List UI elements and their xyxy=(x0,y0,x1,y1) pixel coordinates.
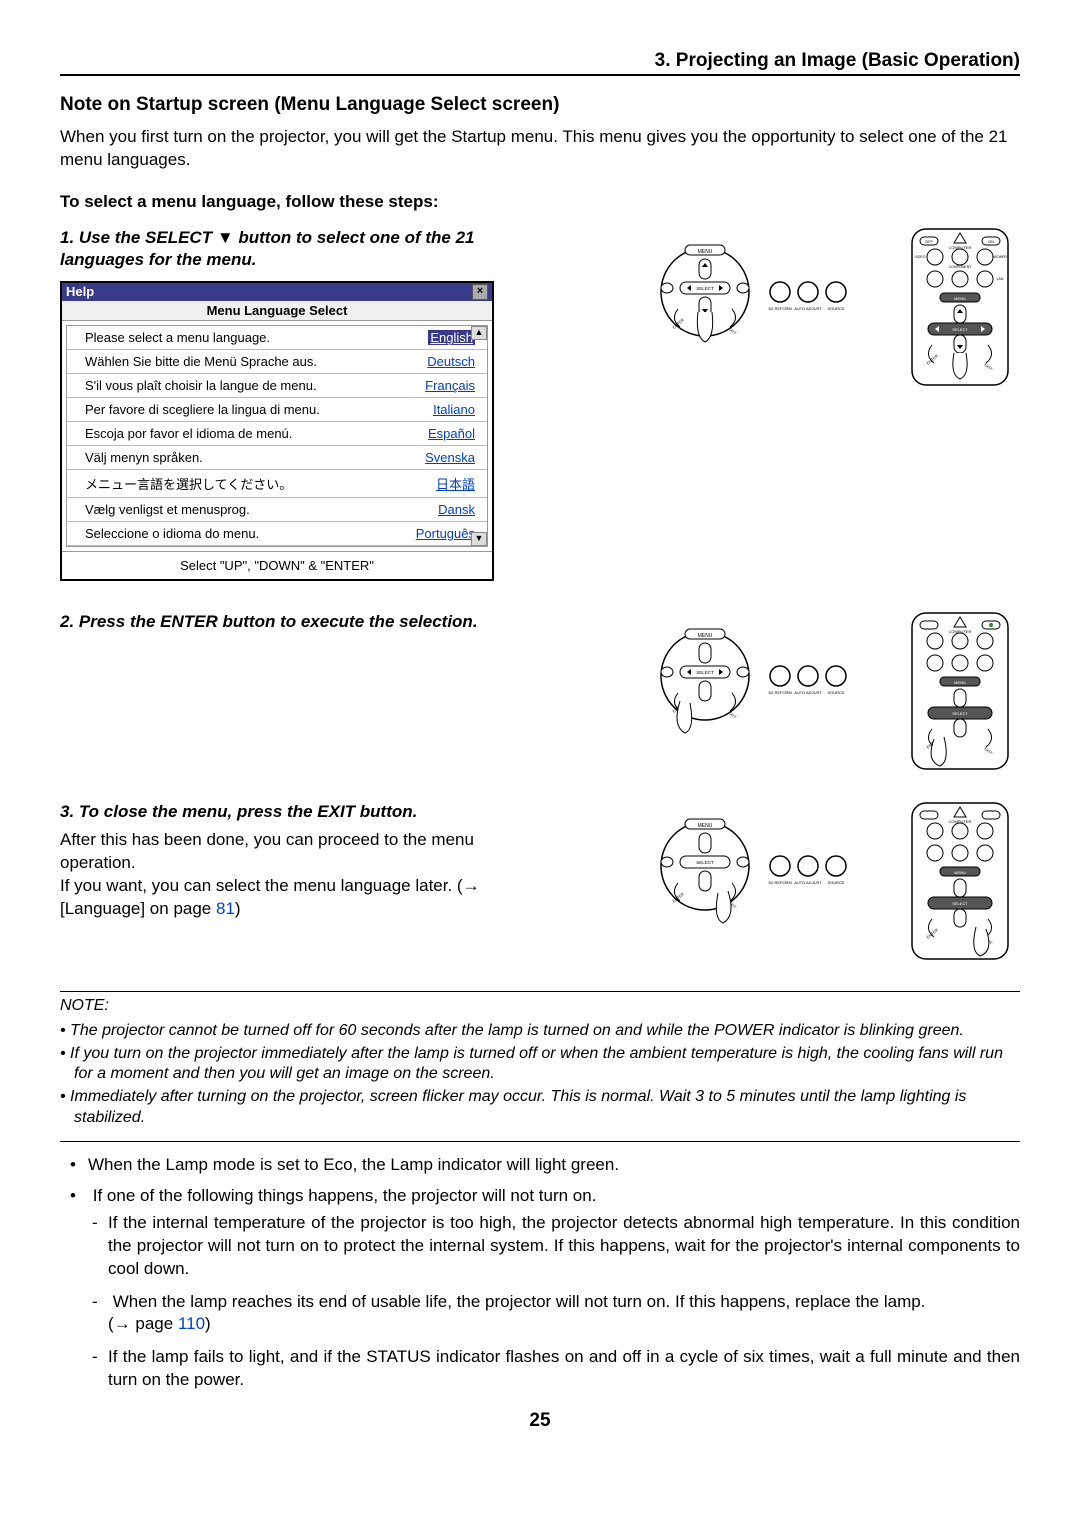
svg-text:SELECT: SELECT xyxy=(952,901,968,906)
steps-title: To select a menu language, follow these … xyxy=(60,192,1020,212)
svg-text:SELECT: SELECT xyxy=(952,711,968,716)
svg-text:AUTO ADJUST: AUTO ADJUST xyxy=(794,306,822,311)
page-link-110[interactable]: 110 xyxy=(178,1314,205,1333)
bullet-item: When the Lamp mode is set to Eco, the La… xyxy=(60,1154,1020,1177)
svg-text:AUTO ADJUST: AUTO ADJUST xyxy=(794,690,822,695)
note-title: Note on Startup screen (Menu Language Se… xyxy=(60,94,1020,116)
svg-text:SELECT: SELECT xyxy=(696,670,714,675)
svg-text:SELECT: SELECT xyxy=(952,327,968,332)
menu-lang: Français xyxy=(425,378,475,393)
svg-text:MENU: MENU xyxy=(954,680,966,685)
sub-bullet-item: If the lamp fails to light, and if the S… xyxy=(88,1346,1020,1392)
svg-text:MENU: MENU xyxy=(954,870,966,875)
svg-text:OFF: OFF xyxy=(925,239,934,244)
svg-text:COMPONENT: COMPONENT xyxy=(949,265,973,269)
svg-text:EXIT: EXIT xyxy=(727,326,737,336)
svg-text:SELECT: SELECT xyxy=(696,860,714,865)
menu-lang: Español xyxy=(428,426,475,441)
menu-list: ▲ Please select a menu language. English… xyxy=(66,325,488,547)
menu-lang: 日本語 xyxy=(436,474,475,493)
sub-bullet-item: When the lamp reaches its end of usable … xyxy=(88,1291,1020,1337)
scroll-down-icon[interactable]: ▼ xyxy=(471,532,487,546)
menu-prompt: Vælg venligst et menusprog. xyxy=(85,502,250,517)
svg-text:MENU: MENU xyxy=(954,296,966,301)
step-1-heading: 1. Use the SELECT ▼ button to select one… xyxy=(60,227,540,271)
intro-text: When you first turn on the projector, yo… xyxy=(60,126,1020,172)
projector-control-diagram-3: MENU SELECT ENTER EXIT 3D REFORM AUTO AD… xyxy=(650,801,850,931)
svg-text:MENU: MENU xyxy=(698,823,713,829)
menu-prompt: Escoja por favor el idioma de menú. xyxy=(85,426,292,441)
menu-item-portugues[interactable]: Seleccione o idioma do menu. Português xyxy=(67,522,487,546)
note-block: NOTE: The projector cannot be turned off… xyxy=(60,991,1020,1142)
menu-language-dialog: Help × Menu Language Select ▲ Please sel… xyxy=(60,281,494,581)
menu-item-deutsch[interactable]: Wählen Sie bitte die Menü Sprache aus. D… xyxy=(67,350,487,374)
page-link-81[interactable]: 81 xyxy=(216,899,235,918)
menu-item-english[interactable]: Please select a menu language. English xyxy=(67,326,487,350)
remote-control-diagram-2: COMPUTER MENU SELECT ENTER EXIT xyxy=(910,611,1010,771)
svg-text:3D REFORM: 3D REFORM xyxy=(768,880,792,885)
step-2-row: 2. Press the ENTER button to execute the… xyxy=(60,611,1020,771)
svg-text:ON: ON xyxy=(988,239,994,244)
svg-text:SOURCE: SOURCE xyxy=(827,880,844,885)
menu-item-japanese[interactable]: メニュー言語を選択してください。 日本語 xyxy=(67,470,487,498)
note-item: If you turn on the projector immediately… xyxy=(60,1044,1020,1086)
menu-prompt: Wählen Sie bitte die Menü Sprache aus. xyxy=(85,354,317,369)
svg-text:MENU: MENU xyxy=(698,633,713,639)
step-3-heading: 3. To close the menu, press the EXIT but… xyxy=(60,801,540,823)
menu-item-svenska[interactable]: Välj menyn språken. Svenska xyxy=(67,446,487,470)
menu-lang: Deutsch xyxy=(427,354,475,369)
svg-text:EXIT: EXIT xyxy=(727,710,737,720)
menu-prompt: Please select a menu language. xyxy=(85,330,270,345)
step-3-row: 3. To close the menu, press the EXIT but… xyxy=(60,801,1020,961)
step-1-row: 1. Use the SELECT ▼ button to select one… xyxy=(60,227,1020,581)
note-item: The projector cannot be turned off for 6… xyxy=(60,1021,1020,1042)
close-icon[interactable]: × xyxy=(472,284,488,300)
select-button-label: SELECT xyxy=(696,286,714,291)
menu-prompt: メニュー言語を選択してください。 xyxy=(85,474,292,493)
section-header: 3. Projecting an Image (Basic Operation) xyxy=(60,50,1020,76)
menu-prompt: S'il vous plaît choisir la langue de men… xyxy=(85,378,317,393)
svg-text:AUTO ADJUST: AUTO ADJUST xyxy=(794,880,822,885)
remote-control-diagram: OFF ON COMPUTER VIDEO VIEWER COMPONENT L… xyxy=(910,227,1010,387)
menu-lang: Português xyxy=(416,526,475,541)
svg-text:LAN: LAN xyxy=(997,277,1004,281)
menu-footer: Select "UP", "DOWN" & "ENTER" xyxy=(62,551,492,579)
menu-button-label: MENU xyxy=(698,249,713,255)
menu-subtitle: Menu Language Select xyxy=(62,301,492,321)
menu-lang: Svenska xyxy=(425,450,475,465)
menu-item-italiano[interactable]: Per favore di scegliere la lingua di men… xyxy=(67,398,487,422)
svg-text:VIEWER: VIEWER xyxy=(993,255,1007,259)
svg-text:VIDEO: VIDEO xyxy=(915,255,926,259)
svg-text:3D REFORM: 3D REFORM xyxy=(768,306,792,311)
bullet-item: If one of the following things happens, … xyxy=(60,1185,1020,1393)
menu-item-francais[interactable]: S'il vous plaît choisir la langue de men… xyxy=(67,374,487,398)
menu-help-label: Help xyxy=(66,284,94,300)
sub-bullet-item: If the internal temperature of the proje… xyxy=(88,1212,1020,1281)
menu-prompt: Seleccione o idioma do menu. xyxy=(85,526,259,541)
svg-text:SOURCE: SOURCE xyxy=(827,690,844,695)
page-number: 25 xyxy=(60,1410,1020,1432)
menu-lang: Dansk xyxy=(438,502,475,517)
projector-control-diagram-2: MENU SELECT ENTER EXIT 3D REFORM AUTO AD… xyxy=(650,611,850,741)
svg-text:3D REFORM: 3D REFORM xyxy=(768,690,792,695)
note-label: NOTE: xyxy=(60,997,109,1014)
remote-control-diagram-3: COMPUTER MENU SELECT ENTER EXIT xyxy=(910,801,1010,961)
svg-text:SOURCE: SOURCE xyxy=(827,306,844,311)
menu-lang: English xyxy=(428,330,475,345)
step-2-heading: 2. Press the ENTER button to execute the… xyxy=(60,611,540,633)
menu-lang: Italiano xyxy=(433,402,475,417)
menu-titlebar: Help × xyxy=(62,283,492,301)
scroll-up-icon[interactable]: ▲ xyxy=(471,326,487,340)
note-item: Immediately after turning on the project… xyxy=(60,1087,1020,1129)
menu-prompt: Per favore di scegliere la lingua di men… xyxy=(85,402,320,417)
projector-control-diagram: MENU SELECT ENTER EXIT 3D REFORM xyxy=(650,227,850,357)
menu-item-dansk[interactable]: Vælg venligst et menusprog. Dansk xyxy=(67,498,487,522)
additional-bullets: When the Lamp mode is set to Eco, the La… xyxy=(60,1154,1020,1392)
menu-prompt: Välj menyn språken. xyxy=(85,450,203,465)
menu-item-espanol[interactable]: Escoja por favor el idioma de menú. Espa… xyxy=(67,422,487,446)
step-3-body: After this has been done, you can procee… xyxy=(60,829,540,921)
